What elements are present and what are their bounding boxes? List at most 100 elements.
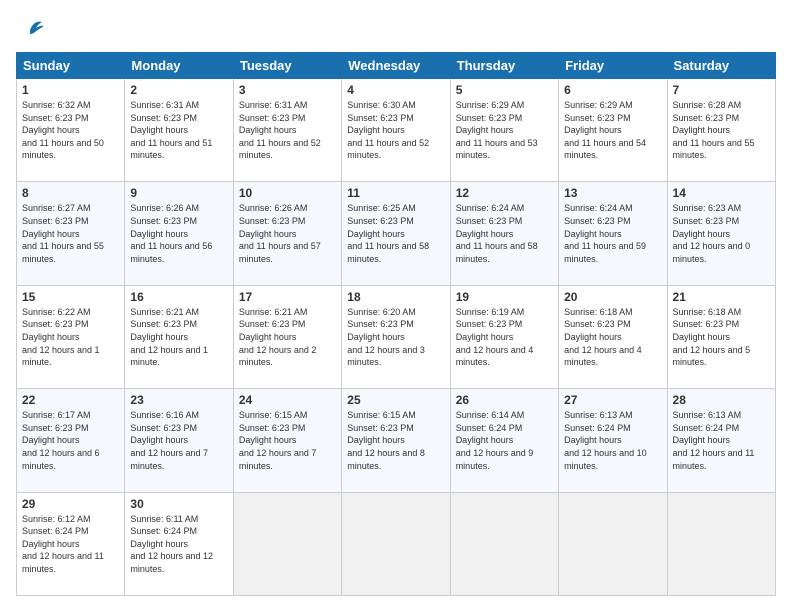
- calendar-week-1: 1 Sunrise: 6:32 AMSunset: 6:23 PMDaylight…: [17, 79, 776, 182]
- day-number: 22: [22, 393, 119, 407]
- day-number: 29: [22, 497, 119, 511]
- day-number: 3: [239, 83, 336, 97]
- day-info: Sunrise: 6:19 AMSunset: 6:23 PMDaylight …: [456, 306, 553, 369]
- day-info: Sunrise: 6:18 AMSunset: 6:23 PMDaylight …: [673, 306, 770, 369]
- calendar-cell: 24 Sunrise: 6:15 AMSunset: 6:23 PMDayligh…: [233, 389, 341, 492]
- day-info: Sunrise: 6:15 AMSunset: 6:23 PMDaylight …: [239, 409, 336, 472]
- logo-bird-icon: [20, 12, 50, 42]
- calendar-cell: 26 Sunrise: 6:14 AMSunset: 6:24 PMDayligh…: [450, 389, 558, 492]
- calendar-week-4: 22 Sunrise: 6:17 AMSunset: 6:23 PMDayligh…: [17, 389, 776, 492]
- calendar-cell: [450, 492, 558, 595]
- day-number: 12: [456, 186, 553, 200]
- logo: [16, 16, 50, 42]
- day-info: Sunrise: 6:14 AMSunset: 6:24 PMDaylight …: [456, 409, 553, 472]
- calendar-week-5: 29 Sunrise: 6:12 AMSunset: 6:24 PMDayligh…: [17, 492, 776, 595]
- calendar-cell: 20 Sunrise: 6:18 AMSunset: 6:23 PMDayligh…: [559, 285, 667, 388]
- calendar-cell: 13 Sunrise: 6:24 AMSunset: 6:23 PMDayligh…: [559, 182, 667, 285]
- day-number: 4: [347, 83, 444, 97]
- day-info: Sunrise: 6:22 AMSunset: 6:23 PMDaylight …: [22, 306, 119, 369]
- calendar-cell: 17 Sunrise: 6:21 AMSunset: 6:23 PMDayligh…: [233, 285, 341, 388]
- day-number: 28: [673, 393, 770, 407]
- col-friday: Friday: [559, 53, 667, 79]
- day-number: 27: [564, 393, 661, 407]
- day-number: 16: [130, 290, 227, 304]
- day-number: 17: [239, 290, 336, 304]
- day-number: 7: [673, 83, 770, 97]
- calendar-cell: 3 Sunrise: 6:31 AMSunset: 6:23 PMDaylight…: [233, 79, 341, 182]
- day-info: Sunrise: 6:13 AMSunset: 6:24 PMDaylight …: [564, 409, 661, 472]
- day-info: Sunrise: 6:24 AMSunset: 6:23 PMDaylight …: [564, 202, 661, 265]
- calendar-cell: 9 Sunrise: 6:26 AMSunset: 6:23 PMDaylight…: [125, 182, 233, 285]
- calendar-cell: 28 Sunrise: 6:13 AMSunset: 6:24 PMDayligh…: [667, 389, 775, 492]
- calendar-cell: 25 Sunrise: 6:15 AMSunset: 6:23 PMDayligh…: [342, 389, 450, 492]
- day-info: Sunrise: 6:26 AMSunset: 6:23 PMDaylight …: [239, 202, 336, 265]
- day-info: Sunrise: 6:13 AMSunset: 6:24 PMDaylight …: [673, 409, 770, 472]
- day-info: Sunrise: 6:31 AMSunset: 6:23 PMDaylight …: [239, 99, 336, 162]
- day-number: 9: [130, 186, 227, 200]
- day-number: 14: [673, 186, 770, 200]
- day-info: Sunrise: 6:27 AMSunset: 6:23 PMDaylight …: [22, 202, 119, 265]
- calendar-cell: 23Sunrise: 6:16 AMSunset: 6:23 PMDayligh…: [125, 389, 233, 492]
- day-info: Sunrise: 6:32 AMSunset: 6:23 PMDaylight …: [22, 99, 119, 162]
- calendar-cell: 6Sunrise: 6:29 AMSunset: 6:23 PMDaylight…: [559, 79, 667, 182]
- calendar-cell: 11Sunrise: 6:25 AMSunset: 6:23 PMDayligh…: [342, 182, 450, 285]
- calendar-cell: 19Sunrise: 6:19 AMSunset: 6:23 PMDayligh…: [450, 285, 558, 388]
- day-info: Sunrise: 6:18 AMSunset: 6:23 PMDaylight …: [564, 306, 661, 369]
- day-info: Sunrise: 6:17 AMSunset: 6:23 PMDaylight …: [22, 409, 119, 472]
- day-number: 15: [22, 290, 119, 304]
- day-info: Sunrise: 6:24 AMSunset: 6:23 PMDaylight …: [456, 202, 553, 265]
- day-number: 13: [564, 186, 661, 200]
- day-info: Sunrise: 6:15 AMSunset: 6:23 PMDaylight …: [347, 409, 444, 472]
- calendar-cell: 2 Sunrise: 6:31 AMSunset: 6:23 PMDaylight…: [125, 79, 233, 182]
- calendar-week-3: 15 Sunrise: 6:22 AMSunset: 6:23 PMDayligh…: [17, 285, 776, 388]
- day-number: 18: [347, 290, 444, 304]
- calendar-cell: 30 Sunrise: 6:11 AMSunset: 6:24 PMDayligh…: [125, 492, 233, 595]
- day-number: 24: [239, 393, 336, 407]
- col-thursday: Thursday: [450, 53, 558, 79]
- day-number: 2: [130, 83, 227, 97]
- calendar-cell: 10 Sunrise: 6:26 AMSunset: 6:23 PMDayligh…: [233, 182, 341, 285]
- day-info: Sunrise: 6:16 AMSunset: 6:23 PMDaylight …: [130, 409, 227, 472]
- day-number: 5: [456, 83, 553, 97]
- day-info: Sunrise: 6:21 AMSunset: 6:23 PMDaylight …: [239, 306, 336, 369]
- day-info: Sunrise: 6:31 AMSunset: 6:23 PMDaylight …: [130, 99, 227, 162]
- calendar-cell: 21Sunrise: 6:18 AMSunset: 6:23 PMDayligh…: [667, 285, 775, 388]
- day-info: Sunrise: 6:29 AMSunset: 6:23 PMDaylight …: [564, 99, 661, 162]
- calendar-cell: [342, 492, 450, 595]
- day-info: Sunrise: 6:25 AMSunset: 6:23 PMDaylight …: [347, 202, 444, 265]
- day-info: Sunrise: 6:12 AMSunset: 6:24 PMDaylight …: [22, 513, 119, 576]
- calendar-cell: 16 Sunrise: 6:21 AMSunset: 6:23 PMDayligh…: [125, 285, 233, 388]
- col-monday: Monday: [125, 53, 233, 79]
- calendar-cell: [667, 492, 775, 595]
- calendar-cell: 14Sunrise: 6:23 AMSunset: 6:23 PMDayligh…: [667, 182, 775, 285]
- day-info: Sunrise: 6:26 AMSunset: 6:23 PMDaylight …: [130, 202, 227, 265]
- day-number: 1: [22, 83, 119, 97]
- col-wednesday: Wednesday: [342, 53, 450, 79]
- day-number: 20: [564, 290, 661, 304]
- day-number: 8: [22, 186, 119, 200]
- day-info: Sunrise: 6:20 AMSunset: 6:23 PMDaylight …: [347, 306, 444, 369]
- calendar-cell: [559, 492, 667, 595]
- day-info: Sunrise: 6:21 AMSunset: 6:23 PMDaylight …: [130, 306, 227, 369]
- day-number: 26: [456, 393, 553, 407]
- calendar-table: Sunday Monday Tuesday Wednesday Thursday…: [16, 52, 776, 596]
- calendar-header-row: Sunday Monday Tuesday Wednesday Thursday…: [17, 53, 776, 79]
- day-number: 10: [239, 186, 336, 200]
- calendar-cell: [233, 492, 341, 595]
- calendar-cell: 8 Sunrise: 6:27 AMSunset: 6:23 PMDaylight…: [17, 182, 125, 285]
- calendar-cell: 22 Sunrise: 6:17 AMSunset: 6:23 PMDayligh…: [17, 389, 125, 492]
- calendar-cell: 18 Sunrise: 6:20 AMSunset: 6:23 PMDayligh…: [342, 285, 450, 388]
- calendar-cell: 1 Sunrise: 6:32 AMSunset: 6:23 PMDaylight…: [17, 79, 125, 182]
- calendar-week-2: 8 Sunrise: 6:27 AMSunset: 6:23 PMDaylight…: [17, 182, 776, 285]
- col-saturday: Saturday: [667, 53, 775, 79]
- day-number: 30: [130, 497, 227, 511]
- day-info: Sunrise: 6:29 AMSunset: 6:23 PMDaylight …: [456, 99, 553, 162]
- calendar-cell: 15 Sunrise: 6:22 AMSunset: 6:23 PMDayligh…: [17, 285, 125, 388]
- header: [16, 16, 776, 42]
- calendar-cell: 12 Sunrise: 6:24 AMSunset: 6:23 PMDayligh…: [450, 182, 558, 285]
- day-info: Sunrise: 6:30 AMSunset: 6:23 PMDaylight …: [347, 99, 444, 162]
- col-tuesday: Tuesday: [233, 53, 341, 79]
- day-info: Sunrise: 6:11 AMSunset: 6:24 PMDaylight …: [130, 513, 227, 576]
- day-info: Sunrise: 6:28 AMSunset: 6:23 PMDaylight …: [673, 99, 770, 162]
- day-number: 25: [347, 393, 444, 407]
